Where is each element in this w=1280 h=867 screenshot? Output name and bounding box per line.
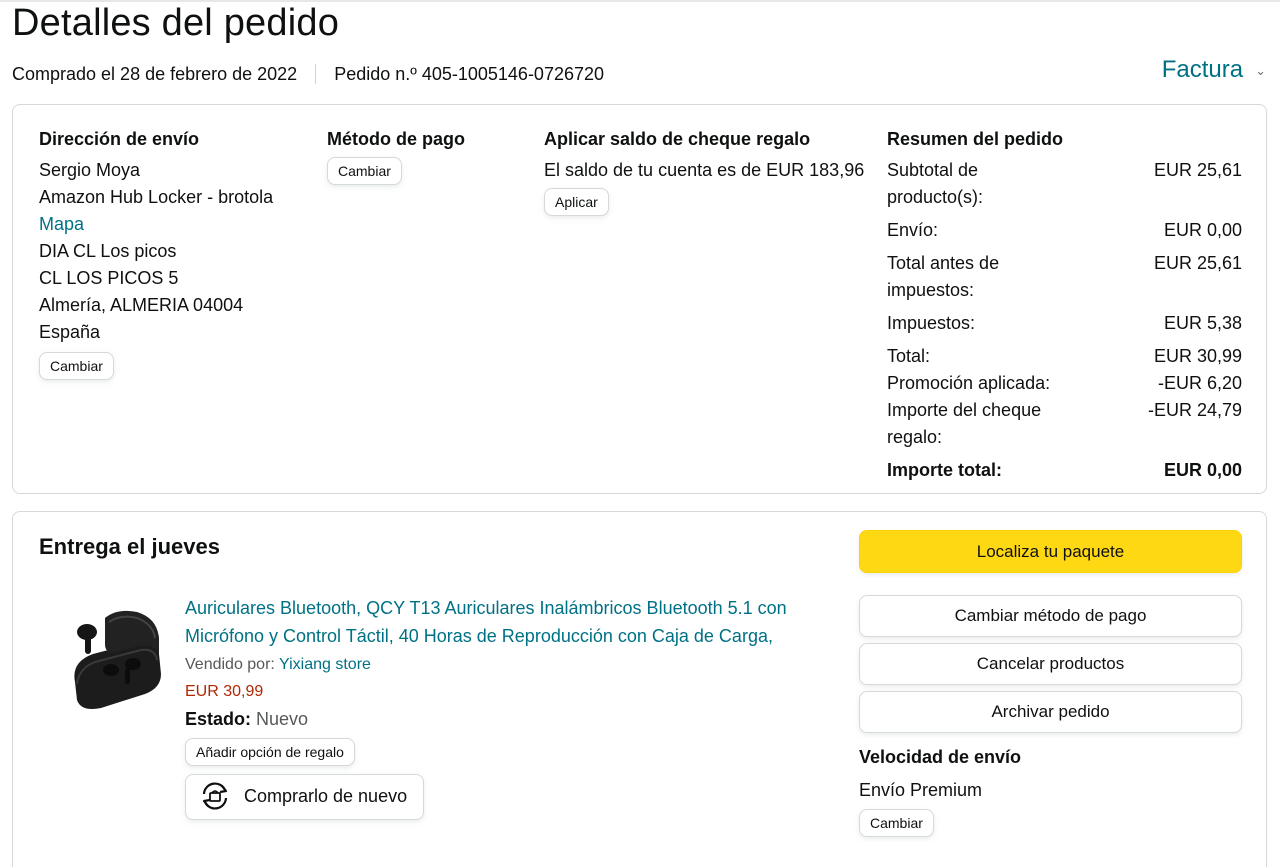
order-info-card: Dirección de envío Sergio Moya Amazon Hu… bbox=[12, 104, 1267, 494]
page-title: Detalles del pedido bbox=[12, 2, 340, 44]
meta-divider bbox=[315, 64, 317, 84]
invoice-label: Factura bbox=[1161, 56, 1244, 83]
map-link[interactable]: Mapa bbox=[39, 211, 309, 238]
product-image[interactable] bbox=[65, 604, 165, 714]
product-price: EUR 30,99 bbox=[185, 683, 264, 700]
shipping-speed-value: Envío Premium bbox=[859, 780, 983, 800]
summary-row: Total: EUR 30,99 bbox=[887, 343, 1242, 370]
address-line-4: Almería, ALMERIA 04004 bbox=[39, 295, 244, 315]
condition-value: Nuevo bbox=[256, 709, 309, 729]
archive-order-button[interactable]: Archivar pedido bbox=[859, 691, 1242, 733]
summary-value: EUR 0,00 bbox=[1163, 220, 1242, 240]
change-address-button[interactable]: Cambiar bbox=[39, 352, 114, 380]
change-payment-button[interactable]: Cambiar bbox=[327, 157, 402, 185]
payment-heading: Método de pago bbox=[327, 129, 465, 149]
summary-label: Total antes de impuestos: bbox=[887, 253, 1000, 300]
chevron-down-icon: ⌄ bbox=[1255, 63, 1266, 78]
summary-row: Impuestos: EUR 5,38 bbox=[887, 310, 1242, 337]
invoice-dropdown[interactable]: Factura ⌄ bbox=[1162, 56, 1266, 84]
summary-row: Promoción aplicada: -EUR 6,20 bbox=[887, 370, 1242, 397]
condition-label: Estado: bbox=[185, 709, 252, 729]
summary-value: EUR 5,38 bbox=[1163, 313, 1242, 333]
order-summary: Resumen del pedido Subtotal de producto(… bbox=[887, 127, 1242, 490]
grand-total-value: EUR 0,00 bbox=[1163, 460, 1242, 480]
summary-value: -EUR 6,20 bbox=[1157, 373, 1242, 393]
summary-heading: Resumen del pedido bbox=[887, 129, 1064, 149]
summary-row: Subtotal de producto(s): EUR 25,61 bbox=[887, 157, 1242, 211]
recipient-name: Sergio Moya bbox=[39, 160, 141, 180]
summary-value: EUR 25,61 bbox=[1153, 253, 1242, 273]
buy-again-label: Comprarlo de nuevo bbox=[244, 785, 408, 806]
order-actions: Localiza tu paquete Cambiar método de pa… bbox=[859, 530, 1242, 837]
gift-option-wrap: Añadir opción de regalo bbox=[185, 738, 815, 766]
buy-again-icon bbox=[202, 782, 228, 810]
apply-giftcard-button[interactable]: Aplicar bbox=[544, 188, 609, 216]
product-condition: Estado: Nuevo bbox=[185, 706, 815, 732]
summary-value: EUR 25,61 bbox=[1153, 160, 1242, 180]
giftcard-balance: El saldo de tu cuenta es de EUR 183,96 bbox=[544, 160, 865, 180]
summary-row: Importe del cheque regalo: -EUR 24,79 bbox=[887, 397, 1242, 451]
delivery-title: Entrega el jueves bbox=[39, 534, 220, 559]
summary-value: -EUR 24,79 bbox=[1147, 400, 1242, 420]
address-country: España bbox=[39, 322, 101, 342]
address-line-3: CL LOS PICOS 5 bbox=[39, 268, 179, 288]
gift-card-section: Aplicar saldo de cheque regalo El saldo … bbox=[544, 127, 889, 216]
purchase-date: Comprado el 28 de febrero de 2022 bbox=[12, 63, 298, 84]
change-speed-button[interactable]: Cambiar bbox=[859, 809, 934, 837]
summary-label: Importe del cheque regalo: bbox=[887, 400, 1042, 447]
order-number: Pedido n.º 405-1005146-0726720 bbox=[334, 63, 605, 84]
product-details: Auriculares Bluetooth, QCY T13 Auricular… bbox=[185, 594, 815, 820]
sold-by-label: Vendido por: bbox=[185, 656, 275, 673]
grand-total-label: Importe total: bbox=[887, 460, 1002, 480]
seller-link[interactable]: Yixiang store bbox=[279, 656, 371, 673]
summary-row: Total antes de impuestos: EUR 25,61 bbox=[887, 250, 1242, 304]
summary-label: Promoción aplicada: bbox=[887, 373, 1051, 393]
payment-method-section: Método de pago Cambiar bbox=[327, 127, 517, 185]
cancel-items-button[interactable]: Cancelar productos bbox=[859, 643, 1242, 685]
summary-row: Envío: EUR 0,00 bbox=[887, 217, 1242, 244]
track-package-button[interactable]: Localiza tu paquete bbox=[859, 530, 1242, 573]
summary-label: Subtotal de producto(s): bbox=[887, 160, 984, 207]
shipping-address-section: Dirección de envío Sergio Moya Amazon Hu… bbox=[39, 127, 309, 380]
product-title-link[interactable]: Auriculares Bluetooth, QCY T13 Auricular… bbox=[185, 594, 815, 650]
summary-label: Total: bbox=[887, 346, 931, 366]
shipping-speed-change-wrap: Cambiar bbox=[859, 809, 1242, 837]
seller-line: Vendido por: Yixiang store bbox=[185, 654, 815, 676]
address-line-2: DIA CL Los picos bbox=[39, 241, 177, 261]
buy-again-button[interactable]: Comprarlo de nuevo bbox=[185, 774, 425, 820]
summary-label: Envío: bbox=[887, 220, 939, 240]
shipping-heading: Dirección de envío bbox=[39, 129, 200, 149]
address-line-1: Amazon Hub Locker - brotola bbox=[39, 187, 274, 207]
grand-total-row: Importe total: EUR 0,00 bbox=[887, 457, 1242, 484]
shipping-speed-heading: Velocidad de envío bbox=[859, 747, 1022, 767]
delivery-card: Entrega el jueves Auriculares Bluetooth,… bbox=[12, 511, 1267, 867]
giftcard-heading: Aplicar saldo de cheque regalo bbox=[544, 129, 811, 149]
change-payment-method-button[interactable]: Cambiar método de pago bbox=[859, 595, 1242, 637]
order-meta: Comprado el 28 de febrero de 2022 Pedido… bbox=[12, 63, 604, 85]
gift-option-button[interactable]: Añadir opción de regalo bbox=[185, 738, 355, 766]
summary-label: Impuestos: bbox=[887, 313, 976, 333]
summary-value: EUR 30,99 bbox=[1153, 346, 1242, 366]
